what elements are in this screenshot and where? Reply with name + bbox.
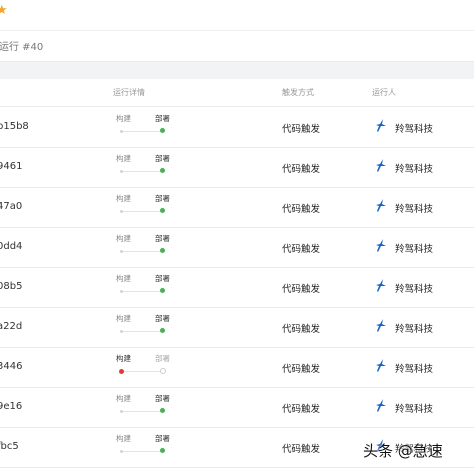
runner-logo-icon [376,279,386,292]
build-status-dot [120,450,123,453]
star-icon[interactable]: ★ [0,3,8,18]
deploy-status-dot [160,288,165,293]
stage-connector [123,451,162,452]
run-id[interactable]: a22d [0,321,22,332]
deploy-status-dot [160,248,165,253]
run-id[interactable]: 47a0 [0,201,22,212]
trigger-type: 代码触发 [282,364,321,375]
runner-name: 羚驾科技 [395,364,434,375]
build-stage-label: 构建 [116,314,131,323]
runner-logo-icon [376,199,386,212]
build-status-dot [120,170,123,173]
build-status-dot [120,250,123,253]
trigger-type: 代码触发 [282,444,321,455]
build-stage-label: 构建 [116,394,131,403]
run-table: 运行详情 触发方式 运行人 b15b8 构建 部署 代码触发 羚驾科技 9461 构建 部署代… [0,79,474,475]
run-id[interactable]: 3446 [0,361,22,372]
stage-connector [123,371,162,372]
section-gap [0,62,474,79]
trigger-type: 代码触发 [282,284,321,295]
deploy-stage-label: 部署 [155,354,170,363]
stage-connector [123,251,162,252]
run-id[interactable]: 9e16 [0,401,22,412]
stage-connector [123,331,162,332]
table-row[interactable]: a22d 构建 部署代码触发 羚驾科技 [0,307,474,348]
runner-name: 羚驾科技 [395,404,434,415]
table-header: 运行详情 触发方式 运行人 [0,79,474,107]
trigger-type: 代码触发 [282,164,321,175]
stage-connector [123,291,162,292]
stage-connector [123,411,162,412]
build-stage-label: 构建 [116,434,131,443]
deploy-status-dot [160,168,165,173]
deploy-status-dot [160,328,165,333]
build-stage-label: 构建 [116,194,131,203]
build-stage-label: 构建 [116,154,131,163]
run-id[interactable]: 9461 [0,161,22,172]
deploy-status-dot [160,208,165,213]
stage-connector [123,131,162,132]
trigger-type: 代码触发 [282,324,321,335]
runner-logo-icon [376,119,386,132]
build-stage-label: 构建 [116,114,131,123]
build-stage-label: 构建 [116,234,131,243]
top-bar: ★ [0,0,474,31]
runner-logo-icon [376,159,386,172]
deploy-status-dot [160,128,165,133]
build-status-dot [120,130,123,133]
runner-logo-icon [376,399,386,412]
build-status-dot [120,330,123,333]
column-header-runner: 运行人 [372,88,396,97]
trigger-type: 代码触发 [282,244,321,255]
run-id[interactable]: fbc5 [0,441,19,452]
run-id[interactable]: 0dd4 [0,241,22,252]
runner-name: 羚驾科技 [395,164,434,175]
column-header-details: 运行详情 [113,88,145,97]
table-row[interactable]: 9e16 构建 部署代码触发 羚驾科技 [0,387,474,428]
deploy-status-dot [160,448,165,453]
deploy-stage-label: 部署 [155,274,170,283]
build-status-dot [120,210,123,213]
table-row[interactable]: 08b5 构建 部署代码触发 羚驾科技 [0,267,474,308]
build-status-dot [120,410,123,413]
build-stage-label: 构建 [116,274,131,283]
table-row[interactable]: 0dd4 构建 部署代码触发 羚驾科技 [0,227,474,268]
deploy-stage-label: 部署 [155,154,170,163]
deploy-stage-label: 部署 [155,314,170,323]
watermark: 头条 @急速 [363,442,443,460]
runner-logo-icon [376,319,386,332]
table-row[interactable]: 9461 构建 部署代码触发 羚驾科技 [0,147,474,188]
trigger-type: 代码触发 [282,124,321,135]
runner-name: 羚驾科技 [395,324,434,335]
trigger-type: 代码触发 [282,404,321,415]
table-row[interactable]: 47a0 构建 部署代码触发 羚驾科技 [0,187,474,228]
build-status-dot [120,290,123,293]
deploy-stage-label: 部署 [155,394,170,403]
build-stage-label: 构建 [116,354,131,363]
table-row[interactable]: b15b8 构建 部署代码触发 羚驾科技 [0,107,474,148]
deploy-stage-label: 部署 [155,234,170,243]
runner-name: 羚驾科技 [395,284,434,295]
runner-logo-icon [376,239,386,252]
deploy-stage-label: 部署 [155,194,170,203]
breadcrumb-run-number[interactable]: 运行 #40 [0,38,43,53]
runner-name: 羚驾科技 [395,244,434,255]
deploy-stage-label: 部署 [155,434,170,443]
column-header-trigger: 触发方式 [282,88,314,97]
deploy-stage-label: 部署 [155,114,170,123]
trigger-type: 代码触发 [282,204,321,215]
runner-name: 羚驾科技 [395,204,434,215]
stage-connector [123,171,162,172]
stage-connector [123,211,162,212]
runner-name: 羚驾科技 [395,124,434,135]
breadcrumb: 运行 #40 [0,31,474,62]
table-row[interactable]: 3446 构建 部署代码触发 羚驾科技 [0,347,474,388]
deploy-status-dot [160,368,166,374]
runner-logo-icon [376,359,386,372]
build-status-dot [119,369,124,374]
deploy-status-dot [160,408,165,413]
run-id[interactable]: 08b5 [0,281,22,292]
run-id[interactable]: b15b8 [0,121,29,132]
